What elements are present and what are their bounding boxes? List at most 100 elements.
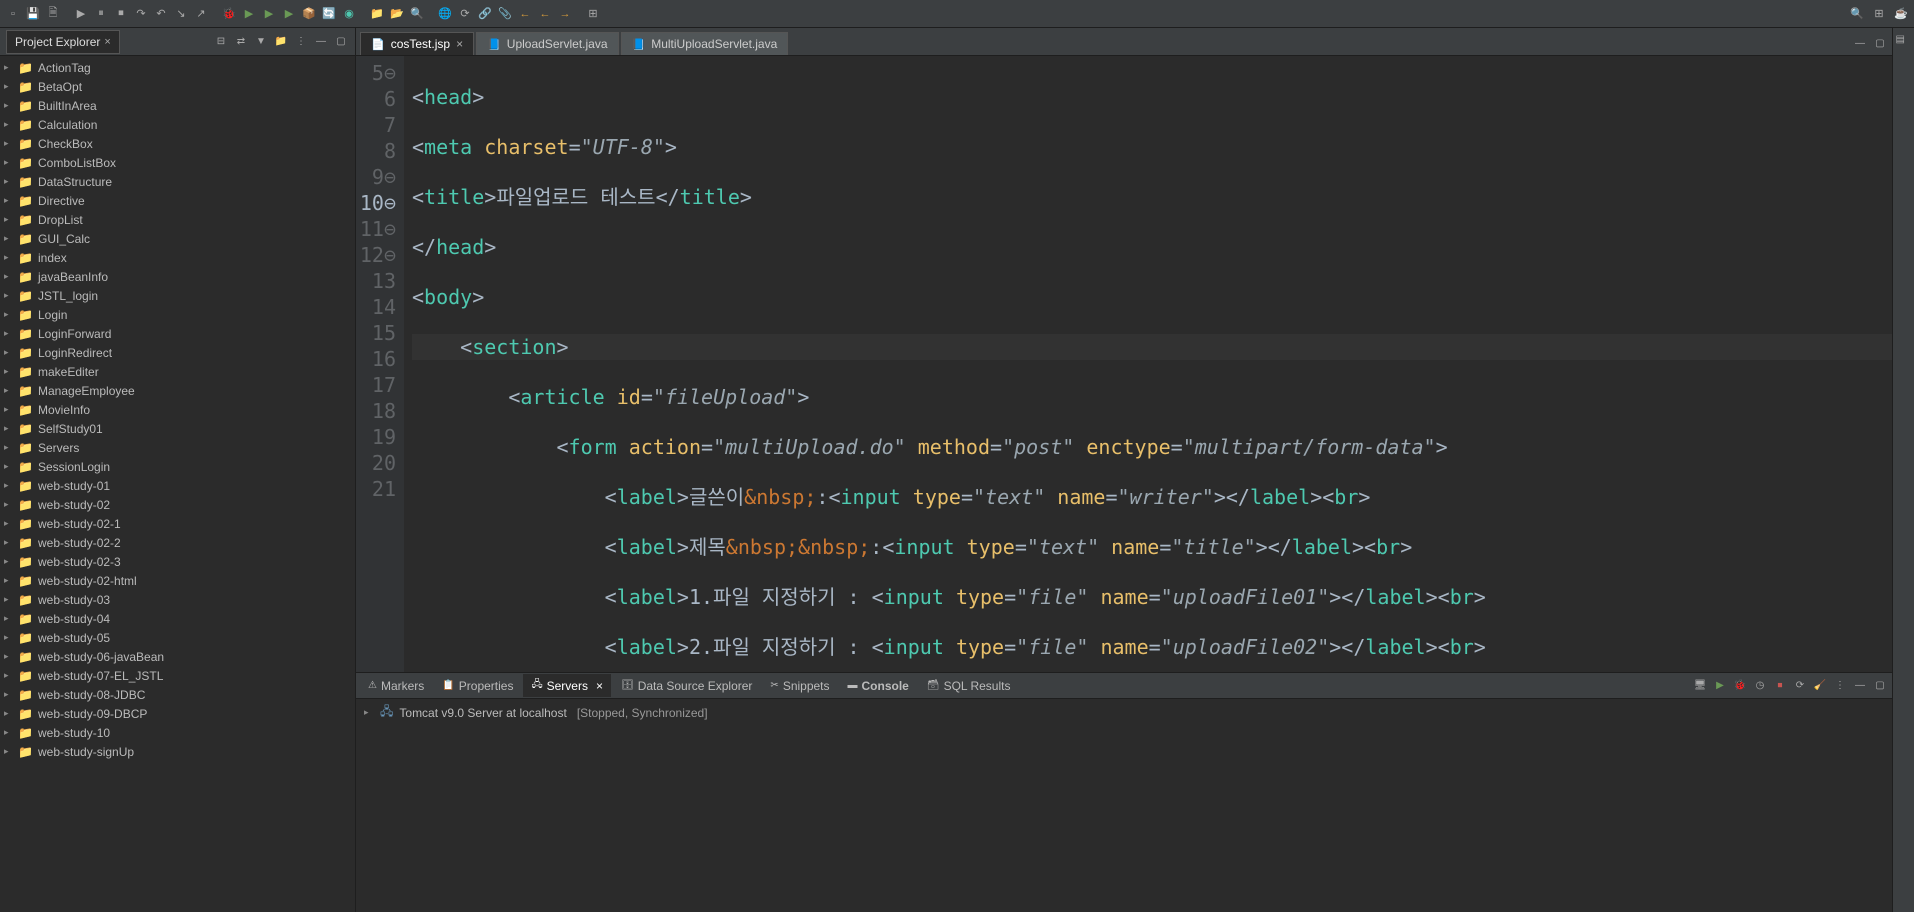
link-editor-icon[interactable]: ⇄ <box>233 34 249 50</box>
editor-tab[interactable]: 📘MultiUploadServlet.java <box>621 32 789 55</box>
expand-arrow-icon[interactable]: ▸ <box>4 366 14 377</box>
expand-arrow-icon[interactable]: ▸ <box>4 575 14 586</box>
tree-item[interactable]: ▸📁Calculation <box>0 115 355 134</box>
expand-arrow-icon[interactable]: ▸ <box>4 271 14 282</box>
tree-item[interactable]: ▸📁DropList <box>0 210 355 229</box>
play-green-icon[interactable]: ▶ <box>240 5 258 23</box>
tree-item[interactable]: ▸📁web-study-01 <box>0 476 355 495</box>
expand-arrow-icon[interactable]: ▸ <box>4 214 14 225</box>
search-icon[interactable]: 🔍 <box>408 5 426 23</box>
tree-item[interactable]: ▸📁web-study-05 <box>0 628 355 647</box>
stop-icon[interactable]: ⏹ <box>112 5 130 23</box>
expand-arrow-icon[interactable]: ▸ <box>4 81 14 92</box>
expand-arrow-icon[interactable]: ▸ <box>4 385 14 396</box>
expand-arrow-icon[interactable]: ▸ <box>4 746 14 757</box>
minimize-bottom-icon[interactable]: — <box>1852 678 1868 694</box>
editor-tab[interactable]: 📄cosTest.jsp× <box>360 32 474 55</box>
tree-item[interactable]: ▸📁BuiltInArea <box>0 96 355 115</box>
expand-arrow-icon[interactable]: ▸ <box>4 594 14 605</box>
tree-item[interactable]: ▸📁web-study-07-EL_JSTL <box>0 666 355 685</box>
tree-item[interactable]: ▸📁Login <box>0 305 355 324</box>
tree-item[interactable]: ▸📁CheckBox <box>0 134 355 153</box>
expand-arrow-icon[interactable]: ▸ <box>4 176 14 187</box>
close-icon[interactable]: × <box>596 679 603 693</box>
expand-arrow-icon[interactable]: ▸ <box>4 499 14 510</box>
tree-item[interactable]: ▸📁web-study-signUp <box>0 742 355 761</box>
tree-item[interactable]: ▸📁web-study-02 <box>0 495 355 514</box>
tree-item[interactable]: ▸📁web-study-04 <box>0 609 355 628</box>
tree-item[interactable]: ▸📁JSTL_login <box>0 286 355 305</box>
editor-tab[interactable]: 📘UploadServlet.java <box>476 32 618 55</box>
forward-icon[interactable]: → <box>556 5 574 23</box>
tree-item[interactable]: ▸📁SessionLogin <box>0 457 355 476</box>
run-icon[interactable]: ▶ <box>72 5 90 23</box>
tree-item[interactable]: ▸📁web-study-02-2 <box>0 533 355 552</box>
tree-item[interactable]: ▸📁MovieInfo <box>0 400 355 419</box>
expand-arrow-icon[interactable]: ▸ <box>4 309 14 320</box>
server-new-icon[interactable]: 🖥 <box>1692 678 1708 694</box>
bottom-tab[interactable]: 🖧Servers× <box>523 674 611 697</box>
expand-arrow-icon[interactable]: ▸ <box>4 290 14 301</box>
bottom-tab[interactable]: 📋Properties <box>434 674 521 697</box>
folder-icon[interactable]: 📁 <box>273 34 289 50</box>
maximize-editor-icon[interactable]: ▢ <box>1872 35 1888 51</box>
run-ext-icon[interactable]: ▶ <box>280 5 298 23</box>
code-editor[interactable]: 5⊖6789⊖10⊖11⊖12⊖131415161718192021 <head… <box>356 56 1892 672</box>
expand-arrow-icon[interactable]: ▸ <box>4 708 14 719</box>
server-clean-icon[interactable]: 🧹 <box>1812 678 1828 694</box>
outline-icon[interactable]: ▤ <box>1896 34 1912 50</box>
expand-arrow-icon[interactable]: ▸ <box>4 518 14 529</box>
collapse-all-icon[interactable]: ⊟ <box>213 34 229 50</box>
tree-item[interactable]: ▸📁LoginRedirect <box>0 343 355 362</box>
expand-arrow-icon[interactable]: ▸ <box>4 119 14 130</box>
expand-arrow-icon[interactable]: ▸ <box>4 727 14 738</box>
expand-arrow-icon[interactable]: ▸ <box>4 328 14 339</box>
tree-item[interactable]: ▸📁DataStructure <box>0 172 355 191</box>
expand-arrow-icon[interactable]: ▸ <box>4 100 14 111</box>
tree-item[interactable]: ▸📁LoginForward <box>0 324 355 343</box>
expand-arrow-icon[interactable]: ▸ <box>364 707 374 718</box>
filter-icon[interactable]: ▼ <box>253 34 269 50</box>
close-icon[interactable]: × <box>456 37 463 51</box>
step-icon[interactable]: ↷ <box>132 5 150 23</box>
tree-item[interactable]: ▸📁web-study-09-DBCP <box>0 704 355 723</box>
attach-icon[interactable]: 📎 <box>496 5 514 23</box>
debug-icon[interactable]: 🐞 <box>220 5 238 23</box>
new-icon[interactable]: ▫ <box>4 5 22 23</box>
expand-arrow-icon[interactable]: ▸ <box>4 138 14 149</box>
server-stop-icon[interactable]: ⏹ <box>1772 678 1788 694</box>
saveall-icon[interactable]: 🗎 <box>44 5 62 23</box>
tree-item[interactable]: ▸📁web-study-02-html <box>0 571 355 590</box>
link-icon[interactable]: 🔗 <box>476 5 494 23</box>
stepinto-icon[interactable]: ↘ <box>172 5 190 23</box>
build-icon[interactable]: 📦 <box>300 5 318 23</box>
maximize-bottom-icon[interactable]: ▢ <box>1872 678 1888 694</box>
expand-arrow-icon[interactable]: ▸ <box>4 537 14 548</box>
back2-icon[interactable]: ← <box>536 5 554 23</box>
tree-item[interactable]: ▸📁web-study-03 <box>0 590 355 609</box>
tree-item[interactable]: ▸📁BetaOpt <box>0 77 355 96</box>
tree-item[interactable]: ▸📁ActionTag <box>0 58 355 77</box>
server-row[interactable]: ▸ 🖧 Tomcat v9.0 Server at localhost [Sto… <box>356 699 1892 726</box>
search-global-icon[interactable]: 🔍 <box>1848 5 1866 23</box>
project-explorer-tab[interactable]: Project Explorer × <box>6 30 120 54</box>
expand-arrow-icon[interactable]: ▸ <box>4 613 14 624</box>
code-area[interactable]: <head> <meta charset="UTF-8"> <title>파일업… <box>404 56 1892 672</box>
bottom-tab[interactable]: ⚠Markers <box>360 674 432 697</box>
tree-item[interactable]: ▸📁SelfStudy01 <box>0 419 355 438</box>
expand-arrow-icon[interactable]: ▸ <box>4 480 14 491</box>
expand-arrow-icon[interactable]: ▸ <box>4 461 14 472</box>
back-icon[interactable]: ← <box>516 5 534 23</box>
tree-item[interactable]: ▸📁makeEditer <box>0 362 355 381</box>
bottom-tab[interactable]: 🗄Data Source Explorer <box>613 674 760 697</box>
expand-arrow-icon[interactable]: ▸ <box>4 404 14 415</box>
expand-arrow-icon[interactable]: ▸ <box>4 689 14 700</box>
tree-item[interactable]: ▸📁web-study-08-JDBC <box>0 685 355 704</box>
tree-item[interactable]: ▸📁Servers <box>0 438 355 457</box>
save-icon[interactable]: 💾 <box>24 5 42 23</box>
expand-arrow-icon[interactable]: ▸ <box>4 195 14 206</box>
stepout-icon[interactable]: ↗ <box>192 5 210 23</box>
globe-icon[interactable]: 🌐 <box>436 5 454 23</box>
expand-arrow-icon[interactable]: ▸ <box>4 632 14 643</box>
tree-item[interactable]: ▸📁web-study-02-1 <box>0 514 355 533</box>
